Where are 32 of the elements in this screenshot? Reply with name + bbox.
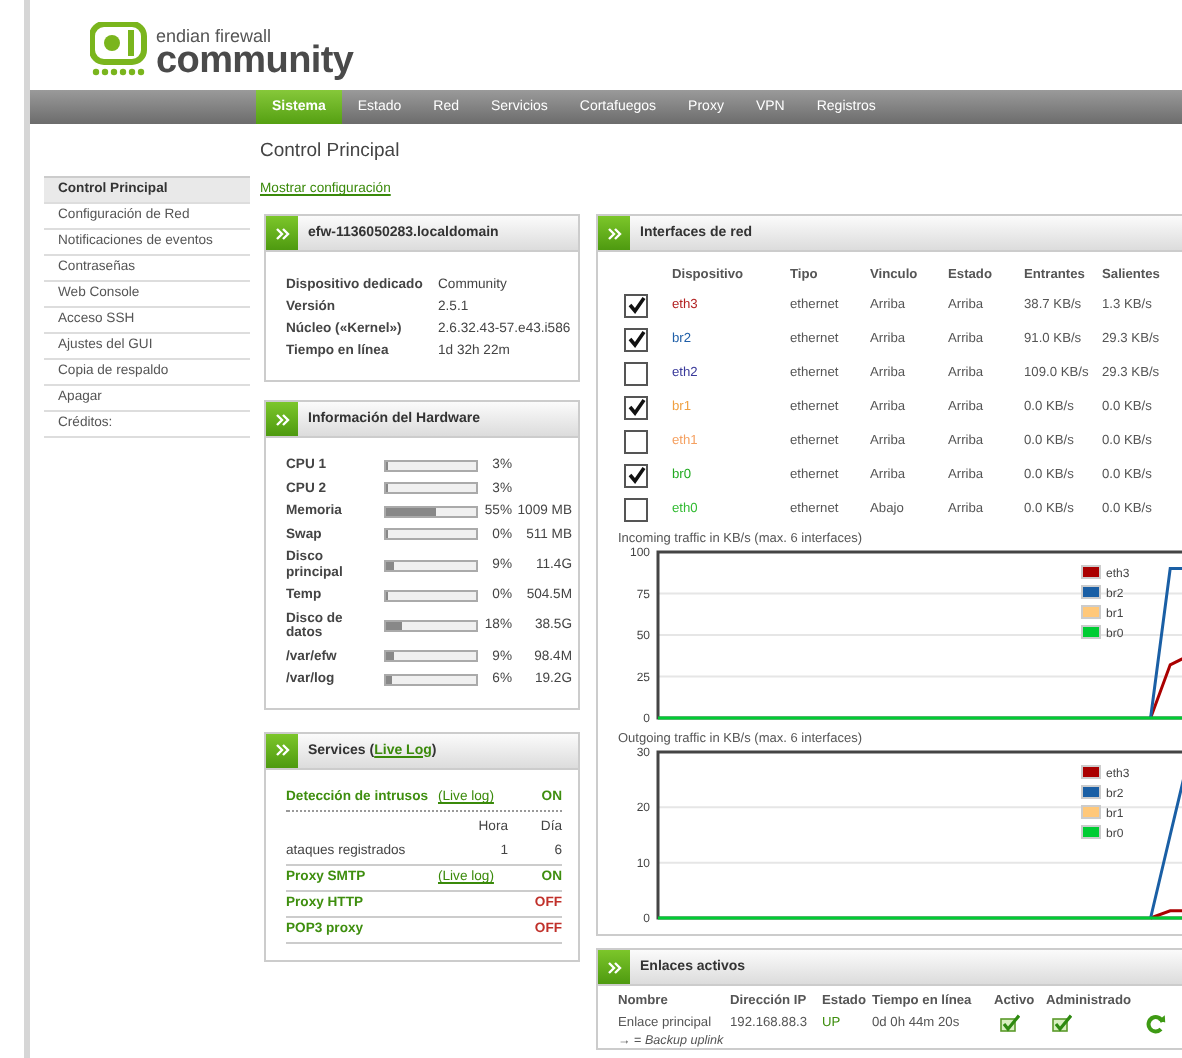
checkbox[interactable] xyxy=(624,293,648,317)
page-title: Control Principal xyxy=(260,140,402,166)
checkbox[interactable] xyxy=(624,463,648,487)
double-chevron-icon xyxy=(275,744,289,756)
double-chevron-icon xyxy=(607,961,621,973)
panel-toggle[interactable] xyxy=(266,402,298,436)
legend-swatch xyxy=(1081,785,1101,799)
legend-swatch xyxy=(1081,805,1101,819)
legend-swatch xyxy=(1081,605,1101,619)
legend-swatch xyxy=(1081,625,1101,639)
logo-text: endian firewall xyxy=(156,27,272,44)
panel-toggle[interactable] xyxy=(598,216,630,250)
checkbox[interactable] xyxy=(624,497,648,521)
checkbox[interactable] xyxy=(624,327,648,351)
panel-toggle[interactable] xyxy=(598,950,630,984)
double-chevron-icon xyxy=(275,227,289,239)
check-icon[interactable] xyxy=(1052,1014,1072,1032)
check-icon[interactable] xyxy=(1000,1014,1020,1032)
panel-toggle[interactable] xyxy=(266,216,298,250)
checkbox[interactable] xyxy=(624,361,648,385)
double-chevron-icon xyxy=(607,227,621,239)
legend-swatch xyxy=(1081,825,1101,839)
panel-toggle[interactable] xyxy=(266,733,298,767)
legend-swatch xyxy=(1081,765,1101,779)
logo-icon xyxy=(90,22,150,78)
checkbox[interactable] xyxy=(624,395,648,419)
logo-text: community xyxy=(156,43,354,78)
double-chevron-icon xyxy=(275,413,289,425)
legend-swatch xyxy=(1081,585,1101,599)
legend-swatch xyxy=(1081,565,1101,579)
checkbox[interactable] xyxy=(624,429,648,453)
reload-icon[interactable] xyxy=(1146,1013,1166,1033)
